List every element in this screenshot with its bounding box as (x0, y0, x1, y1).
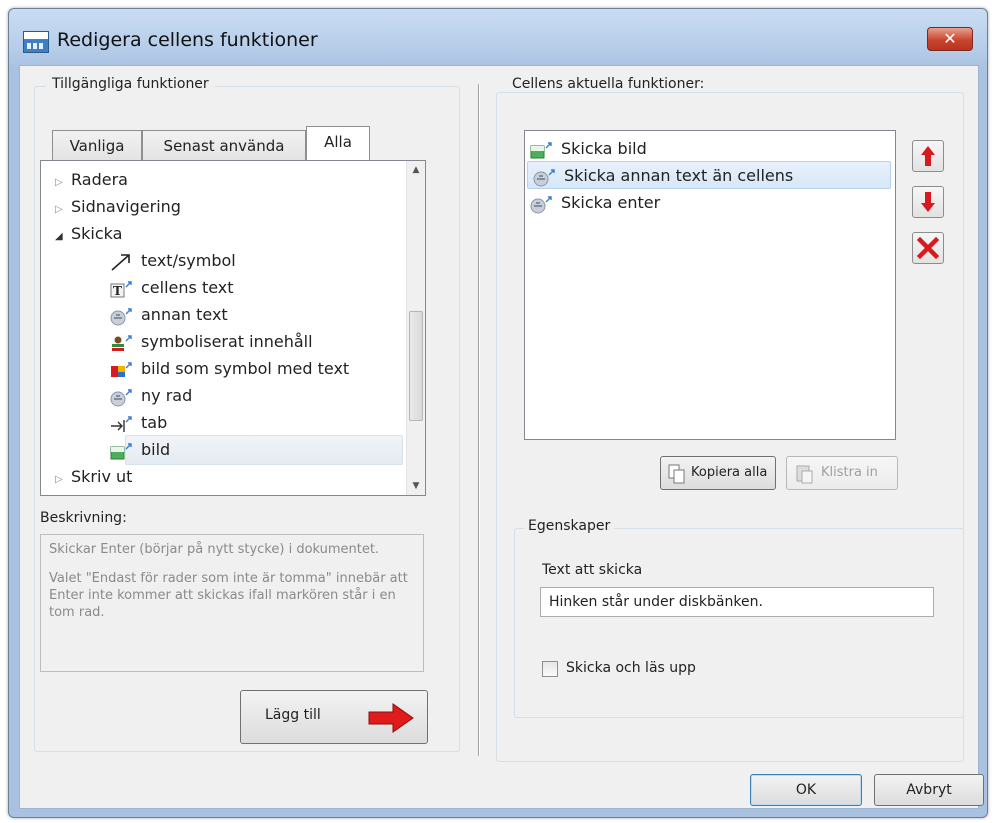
speech-icon (109, 306, 133, 326)
image-icon (529, 140, 553, 160)
arrow-down-icon (921, 192, 935, 212)
properties-title: Egenskaper (524, 518, 615, 534)
window-title: Redigera cellens funktioner (57, 29, 318, 51)
picture-symbol-icon (109, 360, 133, 380)
current-functions-list[interactable]: Skicka bild Skicka annan text än cellens… (524, 130, 896, 440)
app-icon (23, 31, 49, 53)
copy-all-button[interactable]: Kopiera alla (660, 456, 776, 490)
paste-icon (795, 463, 815, 489)
list-item-label: Skicka annan text än cellens (564, 166, 794, 185)
delete-button[interactable] (912, 232, 944, 264)
close-button[interactable]: ✕ (927, 27, 973, 51)
copy-all-label: Kopiera alla (691, 465, 768, 480)
tree-node-label: symboliserat innehåll (141, 332, 313, 351)
scroll-down-arrow-icon[interactable]: ▼ (407, 477, 425, 495)
expand-icon[interactable]: ▷ (55, 467, 71, 493)
tree-node-label: Skicka (71, 224, 123, 243)
tab-vanliga[interactable]: Vanliga (52, 130, 142, 160)
description-label: Beskrivning: (40, 510, 127, 526)
list-item-label: Skicka enter (561, 193, 661, 212)
cancel-label: Avbryt (906, 782, 952, 798)
add-button-label: Lägg till (265, 707, 321, 723)
arrow-up-icon (921, 146, 935, 166)
right-arrow-icon (367, 702, 415, 738)
text-to-send-label: Text att skicka (542, 562, 643, 578)
tree-node-annan-text[interactable]: annan text (109, 302, 228, 328)
expand-icon[interactable]: ▷ (55, 197, 71, 223)
move-down-button[interactable] (912, 186, 944, 218)
ok-label: OK (795, 782, 817, 798)
copy-icon (667, 463, 687, 489)
tree-node-label: text/symbol (141, 251, 236, 270)
speech-icon (109, 387, 133, 407)
tree-node-label: ny rad (141, 386, 193, 405)
tree-node-sidnavigering[interactable]: ▷ Sidnavigering (55, 194, 181, 220)
tree-node-label: Sidnavigering (71, 197, 181, 216)
list-item-skicka-bild[interactable]: Skicka bild (525, 135, 891, 163)
speak-checkbox[interactable] (542, 661, 558, 677)
text-to-send-input[interactable]: Hinken står under diskbänken. (540, 587, 934, 617)
cancel-button[interactable]: Avbryt (874, 774, 984, 806)
scrollbar-thumb[interactable] (409, 311, 423, 421)
text-icon: T (109, 279, 133, 299)
current-functions-title: Cellens aktuella funktioner: (508, 76, 709, 92)
collapse-icon[interactable]: ◢ (55, 224, 71, 250)
tree-node-radera[interactable]: ▷ Radera (55, 167, 128, 193)
tree-node-label: bild som symbol med text (141, 359, 350, 378)
image-icon (109, 441, 133, 461)
tree-node-text-symbol[interactable]: text/symbol (109, 248, 236, 274)
description-line: Skickar Enter (börjar på nytt stycke) i … (49, 542, 380, 557)
speak-checkbox-label[interactable]: Skicka och läs upp (566, 660, 696, 676)
tree-node-skicka[interactable]: ◢ Skicka (55, 221, 122, 247)
tab-alla[interactable]: Alla (306, 126, 370, 160)
svg-text:T: T (113, 284, 122, 298)
tree-node-bild[interactable]: bild (109, 437, 170, 463)
tree-node-cellens-text[interactable]: Tcellens text (109, 275, 234, 301)
list-item-skicka-enter[interactable]: Skicka enter (525, 189, 891, 217)
ok-button[interactable]: OK (750, 774, 862, 806)
dialog-window: Redigera cellens funktioner ✕ Tillgängli… (8, 8, 988, 818)
speech-icon (529, 194, 553, 214)
tab-senast-anvanda[interactable]: Senast använda (142, 130, 306, 160)
vertical-divider (478, 84, 480, 756)
delete-x-icon (916, 236, 940, 260)
tree-scrollbar[interactable]: ▲ ▼ (406, 161, 425, 495)
arrow-icon (109, 252, 133, 272)
dialog-client-area: Tillgängliga funktioner Vanliga Senast a… (19, 65, 984, 809)
tree-node-label: bild (141, 440, 171, 459)
add-button[interactable]: Lägg till (240, 690, 428, 744)
paste-label: Klistra in (821, 465, 878, 480)
move-up-button[interactable] (912, 140, 944, 172)
tree-node-label: Radera (71, 170, 128, 189)
tree-node-tab[interactable]: tab (109, 410, 167, 436)
list-item-label: Skicka bild (561, 139, 647, 158)
properties-group (514, 528, 964, 718)
tree-node-bild-som-symbol[interactable]: bild som symbol med text (109, 356, 349, 382)
speech-icon (532, 167, 556, 187)
description-box: Skickar Enter (börjar på nytt stycke) i … (40, 534, 424, 672)
tree-node-symboliserat-innehall[interactable]: symboliserat innehåll (109, 329, 313, 355)
tree-node-label: annan text (141, 305, 228, 324)
list-item-skicka-annan-text[interactable]: Skicka annan text än cellens (527, 161, 891, 189)
paste-button[interactable]: Klistra in (786, 456, 898, 490)
function-tree[interactable]: ▷ Radera ▷ Sidnavigering ◢ Skicka text/symb… (40, 160, 426, 496)
description-line: Valet "Endast för rader som inte är tomm… (49, 571, 408, 620)
tab-icon (109, 414, 133, 434)
tree-node-label: cellens text (141, 278, 234, 297)
title-bar[interactable]: Redigera cellens funktioner ✕ (9, 9, 987, 65)
tree-node-label: tab (141, 413, 168, 432)
symbol-icon (109, 333, 133, 353)
expand-icon[interactable]: ▷ (55, 170, 71, 196)
scroll-up-arrow-icon[interactable]: ▲ (407, 161, 425, 179)
available-functions-title: Tillgängliga funktioner (46, 76, 215, 92)
tree-node-skriv-ut[interactable]: ▷ Skriv ut (55, 464, 132, 490)
tree-node-label: Skriv ut (71, 467, 133, 486)
tree-node-ny-rad[interactable]: ny rad (109, 383, 192, 409)
